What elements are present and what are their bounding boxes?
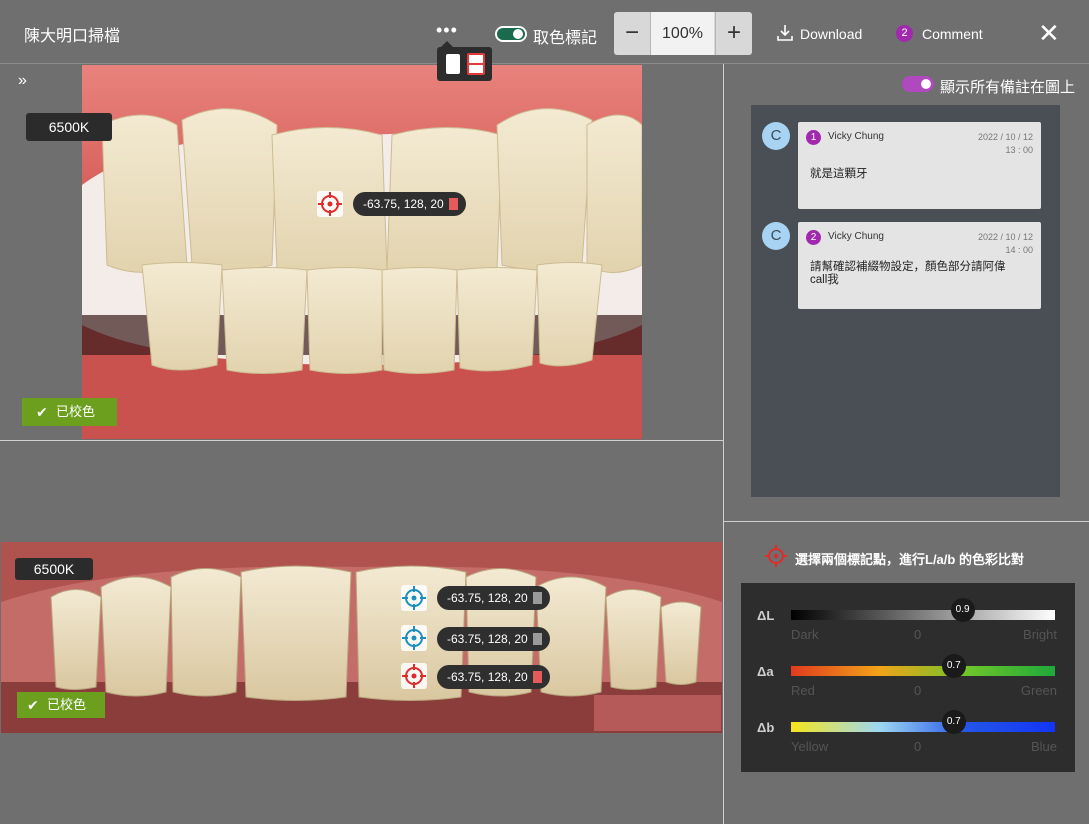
toggle-knob [921, 79, 931, 89]
marker-readout-top: -63.75, 128, 20 [353, 192, 466, 216]
delta-a-min: Red [791, 683, 815, 698]
zoom-control: − 100% + [614, 12, 752, 55]
top-teeth-image[interactable] [82, 65, 642, 439]
comment-button[interactable]: Comment [922, 26, 983, 42]
delta-a-label: Δa [757, 664, 774, 679]
delta-a-thumb[interactable]: 0.7 [941, 654, 966, 678]
delta-l-bar [791, 610, 1055, 620]
color-marker-top[interactable] [317, 191, 343, 217]
check-icon: ✔ [36, 404, 48, 420]
crosshair-icon [765, 545, 787, 567]
comment-card-2[interactable]: 2 Vicky Chung 2022 / 10 / 12 14 : 00 請幫確… [798, 222, 1041, 309]
readout-value: -63.75, 128, 20 [447, 670, 528, 684]
delta-a-zero: 0 [914, 683, 922, 698]
avatar: C [762, 122, 790, 150]
delta-b-thumb[interactable]: 0.7 [941, 710, 966, 734]
comments-list: C 1 Vicky Chung 2022 / 10 / 12 13 : 00 就… [751, 105, 1060, 497]
comment-count-badge: 2 [896, 25, 913, 42]
delta-b-max: Blue [1030, 739, 1057, 754]
comment-date-day: 2022 / 10 / 12 [977, 232, 1033, 242]
delta-a-bar [791, 666, 1055, 676]
calibrated-badge-bottom: ✔ 已校色 [17, 692, 105, 718]
swatch-icon [532, 592, 542, 604]
color-marker-bottom-2[interactable] [401, 625, 427, 651]
zoom-value: 100% [651, 12, 714, 55]
expand-panel-button[interactable]: » [18, 72, 27, 90]
delta-b-label: Δb [757, 720, 775, 735]
right-panel-divider [724, 521, 1089, 522]
check-icon: ✔ [27, 697, 39, 713]
crosshair-icon [402, 626, 426, 650]
color-compare-panel: ΔL 0.9 Dark 0 Bright Δa 0.7 Red 0 Green … [741, 583, 1075, 772]
kelvin-badge-bottom: 6500K [15, 558, 93, 580]
marker-readout-bottom-1: -63.75, 128, 20 [437, 586, 550, 610]
kelvin-badge-top: 6500K [26, 113, 112, 141]
comment-text: 就是這顆牙 [810, 168, 868, 180]
comment-text: 請幫確認補綴物設定，顏色部分請阿偉call我 [810, 261, 1006, 286]
delta-l-thumb[interactable]: 0.9 [950, 598, 975, 622]
comment-number: 2 [806, 230, 821, 245]
download-button[interactable]: Download [800, 26, 862, 42]
comment-date: 2022 / 10 / 12 13 : 00 [978, 131, 1033, 157]
marker-readout-bottom-2: -63.75, 128, 20 [437, 627, 550, 651]
delta-b-min: Yellow [791, 739, 829, 754]
show-all-notes-toggle[interactable] [902, 76, 934, 92]
file-title: 陳大明口掃檔 [24, 28, 121, 45]
readout-value: -63.75, 128, 20 [447, 632, 528, 646]
split-view-icon[interactable] [467, 53, 485, 75]
crosshair-icon [318, 192, 342, 216]
readout-value: -63.75, 128, 20 [363, 197, 444, 211]
comment-date-time: 13 : 00 [1005, 145, 1033, 155]
comment-number: 1 [806, 130, 821, 145]
crosshair-icon [402, 586, 426, 610]
comment-card-1[interactable]: 1 Vicky Chung 2022 / 10 / 12 13 : 00 就是這… [798, 122, 1041, 209]
delta-l-zero: 0 [914, 627, 922, 642]
crosshair-icon [402, 664, 426, 688]
readout-value: -63.75, 128, 20 [447, 591, 528, 605]
delta-a-max: Green [1020, 683, 1057, 698]
download-icon[interactable] [777, 24, 793, 42]
panel-divider [723, 64, 724, 824]
calibrated-label: 已校色 [47, 697, 87, 712]
comment-date: 2022 / 10 / 12 14 : 00 [978, 231, 1033, 257]
bottom-image-pane [0, 441, 723, 824]
delta-b-zero: 0 [914, 739, 922, 754]
zoom-out-button[interactable]: − [614, 12, 651, 55]
delta-b-bar [791, 722, 1055, 732]
comment-author: Vicky Chung [828, 131, 884, 142]
layout-popover [437, 41, 492, 81]
close-button[interactable]: ✕ [1038, 20, 1060, 46]
avatar: C [762, 222, 790, 250]
calibrated-badge-top: ✔ 已校色 [22, 398, 117, 426]
top-bar: 陳大明口掃檔 ••• 取色標記 − 100% + Download 2 Comm… [0, 0, 1089, 64]
marker-readout-bottom-3: -63.75, 128, 20 [437, 665, 550, 689]
zoom-in-button[interactable]: + [715, 12, 752, 55]
swatch-icon [532, 671, 542, 683]
color-marker-bottom-1[interactable] [401, 585, 427, 611]
color-marker-bottom-3[interactable] [401, 663, 427, 689]
calibrated-label: 已校色 [56, 404, 96, 419]
color-marker-label: 取色標記 [533, 30, 598, 47]
swatch-icon [448, 198, 458, 210]
comment-date-time: 14 : 00 [1005, 245, 1033, 255]
color-sample-swatch [594, 695, 721, 731]
comment-author: Vicky Chung [828, 231, 884, 242]
popover-caret [441, 41, 453, 47]
color-compare-title: 選擇兩個標記點，進行L/a/b 的色彩比對 [795, 552, 1024, 567]
color-marker-toggle[interactable] [495, 26, 527, 42]
single-view-icon[interactable] [446, 54, 460, 74]
swatch-icon [532, 633, 542, 645]
more-menu-button[interactable]: ••• [436, 20, 458, 41]
delta-l-max: Bright [1023, 627, 1057, 642]
comment-date-day: 2022 / 10 / 12 [977, 132, 1033, 142]
teeth-illustration [82, 65, 642, 439]
delta-l-min: Dark [791, 627, 819, 642]
show-all-notes-label: 顯示所有備註在圖上 [940, 79, 1076, 96]
toggle-knob [513, 29, 523, 39]
delta-l-label: ΔL [757, 608, 775, 623]
